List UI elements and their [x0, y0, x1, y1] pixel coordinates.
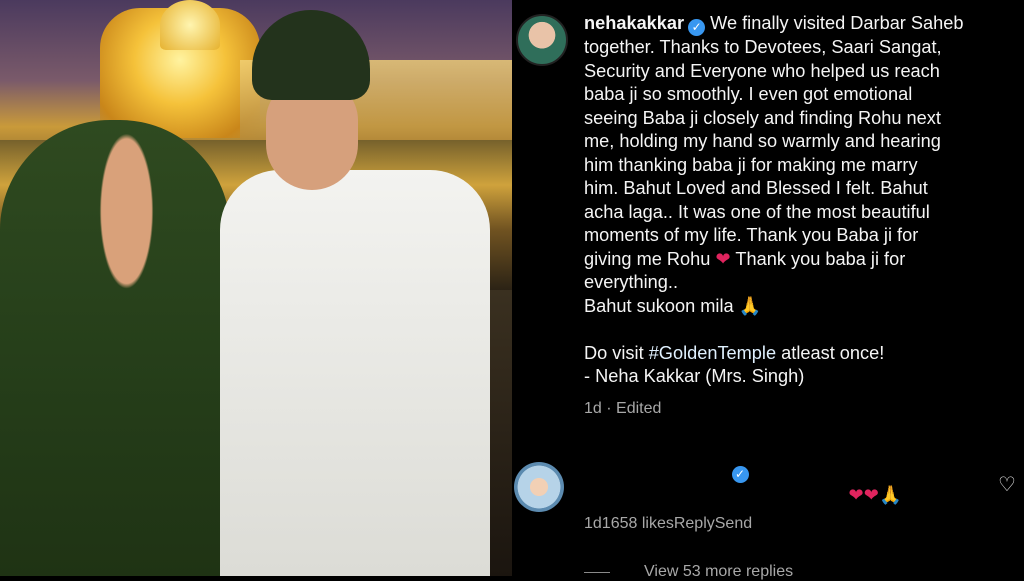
caption-line: Bahut sukoon mila [584, 295, 734, 316]
caption-line: Security and Everyone who helped us reac… [584, 60, 940, 81]
send-button[interactable]: Send [715, 515, 752, 533]
commenter-username[interactable]: rohanpreetsingh [584, 460, 728, 480]
post-photo[interactable] [0, 0, 512, 576]
author-avatar[interactable] [516, 14, 568, 66]
comment-meta: 1d 1658 likes Reply Send [584, 515, 752, 533]
caption-line: atleast once! [781, 342, 885, 363]
caption-line: We finally visited Darbar Saheb [710, 13, 964, 33]
replies-dash [584, 572, 610, 573]
caption-line: seeing Baba ji closely and finding Rohu … [584, 107, 941, 128]
caption-line: everything.. [584, 272, 679, 292]
verified-badge-icon: ✓ [688, 19, 706, 36]
comment-emojis: ❤❤🙏 [848, 485, 902, 505]
post-time: 1d [584, 400, 602, 417]
white-shirt [220, 170, 490, 576]
caption-line: him. Bahut Loved and Blessed I felt. Bah… [584, 178, 928, 198]
view-replies-label: View 53 more replies [644, 563, 794, 580]
comment-time: 1d [584, 515, 602, 532]
edited-label: Edited [616, 400, 662, 417]
caption-line: me, holding my hand so warmly and hearin… [584, 131, 941, 151]
woman-figure [0, 120, 230, 576]
turban [252, 10, 370, 100]
post-meta: 1d · Edited [584, 400, 661, 418]
view-replies-link[interactable]: View 53 more replies [584, 563, 794, 581]
caption-line: Thank you baba ji for [735, 248, 906, 269]
temple-dome [160, 0, 220, 50]
comment: rohanpreetsingh ✓ Blessed to have You in m… [584, 458, 974, 507]
caption-line: - Neha Kakkar (Mrs. Singh) [584, 366, 805, 386]
heart-emoji-icon: ❤ [715, 248, 731, 269]
heart-outline-icon[interactable]: ♡ [998, 474, 1020, 496]
reply-button[interactable]: Reply [674, 515, 715, 533]
man-figure [220, 10, 490, 576]
comment-likes[interactable]: 1658 likes [602, 515, 674, 533]
verified-badge-icon: ✓ [731, 466, 749, 483]
meta-separator: · [606, 400, 612, 417]
caption-line: giving me Rohu [584, 248, 711, 269]
commenter-avatar[interactable] [514, 462, 564, 512]
caption-line: acha laga.. It was one of the most beaut… [584, 201, 930, 222]
author-username[interactable]: nehakakkar [584, 13, 684, 33]
caption-line: him thanking baba ji for making me marry [584, 154, 918, 175]
caption-line: baba ji so smoothly. I even got emotiona… [584, 84, 913, 104]
caption-line: moments of my life. Thank you Baba ji fo… [584, 225, 919, 245]
comment-text: Blessed to have You in [753, 460, 938, 480]
comment-text: my life Nehu.. Thank you baba ji [584, 485, 844, 505]
caption-line: together. Thanks to Devotees, Saari Sang… [584, 37, 942, 57]
hashtag-link[interactable]: #GoldenTemple [649, 343, 776, 363]
post-caption: nehakakkar ✓ We finally visited Darbar Sah… [584, 12, 984, 389]
folded-hands-emoji-icon: 🙏 [738, 295, 762, 316]
caption-line: Do visit [584, 342, 644, 363]
